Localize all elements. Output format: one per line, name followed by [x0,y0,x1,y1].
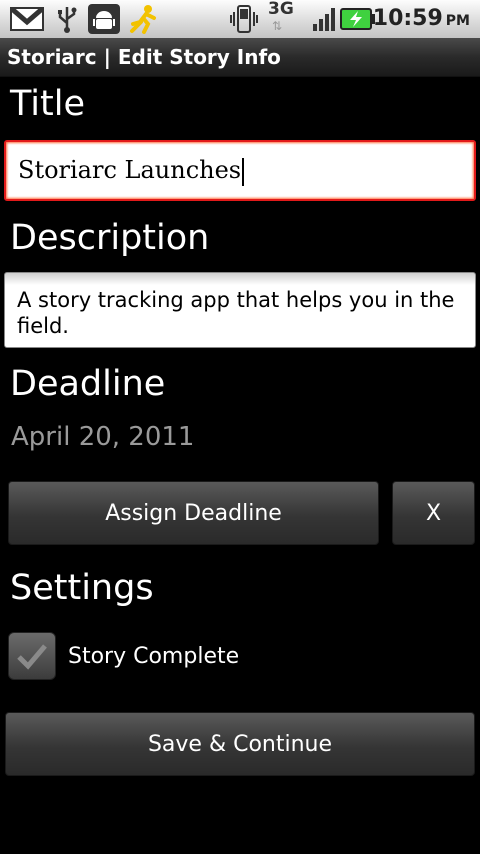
description-input[interactable]: A story tracking app that helps you in t… [4,272,476,348]
page-title: Storiarc | Edit Story Info [7,45,281,69]
vibrate-phone-icon [230,4,258,34]
deadline-value: April 20, 2011 [11,422,195,452]
clear-deadline-button[interactable]: X [392,481,475,545]
status-time: 10:59 PM [372,6,470,31]
save-continue-button[interactable]: Save & Continue [5,712,475,776]
story-complete-checkbox[interactable] [8,632,56,680]
checkmark-icon [17,644,47,670]
title-label: Title [10,84,86,124]
data-activity-icon: ⇅ [272,19,283,33]
network-type-label: 3G [268,0,294,19]
assign-deadline-button[interactable]: Assign Deadline [8,481,379,545]
signal-icon [312,4,338,34]
deadline-label: Deadline [10,364,166,404]
description-label: Description [10,218,210,258]
usb-icon [56,4,78,34]
title-input[interactable]: Storiarc Launches [4,140,476,201]
android-debug-icon [88,4,120,34]
gmail-icon [10,4,44,34]
settings-label: Settings [10,568,154,608]
app-title-bar: Storiarc | Edit Story Info [0,38,480,77]
status-bar: 3G ⇅ 10:59 PM [0,0,480,38]
battery-charging-icon [340,4,376,34]
aim-running-man-icon [128,4,160,34]
story-complete-label[interactable]: Story Complete [68,644,239,669]
description-input-value: A story tracking app that helps you in t… [17,288,455,338]
text-caret [242,157,245,186]
title-input-value: Storiarc Launches [18,156,242,184]
